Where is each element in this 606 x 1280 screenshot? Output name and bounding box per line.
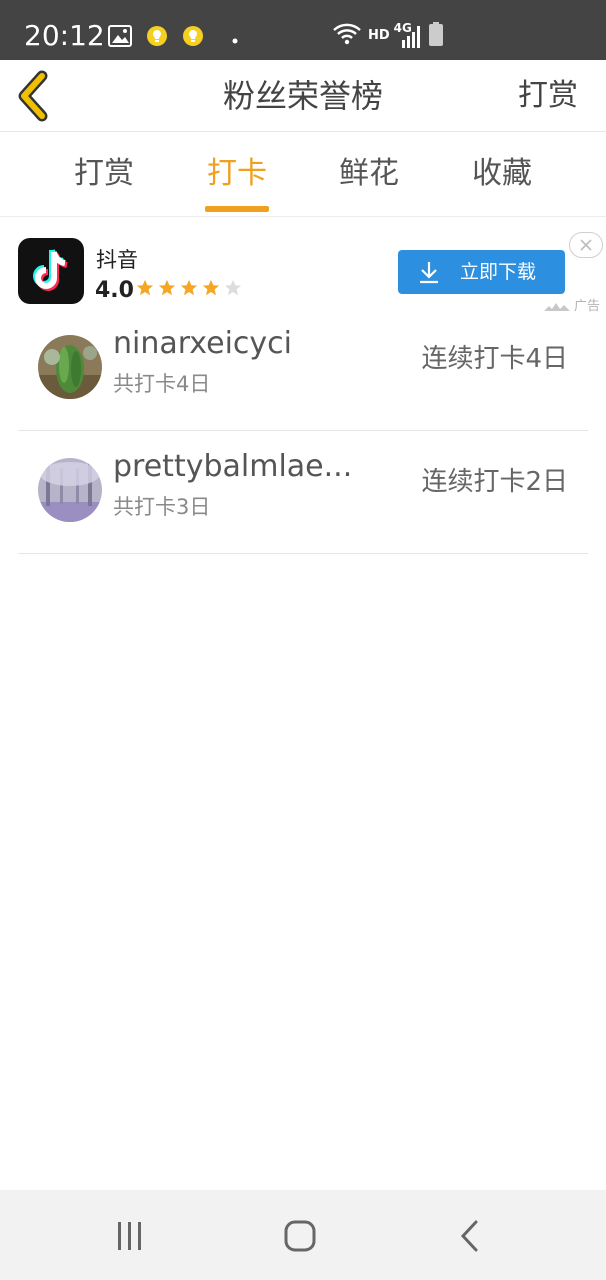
image-icon (108, 25, 132, 51)
back-arrow-icon (460, 1220, 478, 1252)
tab-checkin[interactable]: 打卡 (187, 154, 287, 194)
status-time: 20:12 (24, 19, 105, 52)
signal-icon: 4G (394, 21, 422, 50)
tab-favorites[interactable]: 收藏 (452, 154, 552, 194)
notification-bulb-icon (146, 25, 168, 51)
system-navigation-bar (0, 1190, 606, 1280)
ad-download-label: 立即下载 (460, 261, 537, 283)
fan-checkin-streak: 连续打卡2日 (421, 467, 568, 497)
dot-icon (232, 29, 238, 48)
reward-button[interactable]: 打赏 (518, 76, 578, 116)
ranking-tabs: 打赏 打卡 鲜花 收藏 (0, 132, 606, 217)
star-empty-icon (224, 279, 242, 296)
star-filled-icon (180, 279, 198, 296)
ad-download-button[interactable]: 立即下载 (398, 250, 565, 294)
list-item[interactable]: prettybalmlae... 共打卡3日 连续打卡2日 (18, 431, 588, 554)
fan-total-checkins: 共打卡4日 (113, 372, 211, 396)
home-button[interactable] (270, 1212, 330, 1260)
network-hd-label: HD (368, 28, 390, 43)
ad-close-button[interactable] (569, 232, 603, 258)
fan-total-checkins: 共打卡3日 (113, 495, 211, 519)
list-item[interactable]: ninarxeicyci 共打卡4日 连续打卡4日 (18, 308, 588, 431)
recent-apps-button[interactable] (100, 1212, 160, 1260)
battery-icon (428, 21, 444, 51)
home-icon (284, 1220, 316, 1252)
star-filled-icon (136, 279, 154, 296)
avatar (38, 335, 102, 399)
download-icon (420, 262, 438, 284)
notification-bulb-icon (182, 25, 204, 51)
fan-username: ninarxeicyci (113, 326, 292, 361)
wifi-icon (332, 22, 362, 50)
close-icon (580, 239, 592, 251)
ad-rating: 4.0 (95, 278, 134, 303)
tab-flowers[interactable]: 鲜花 (319, 154, 419, 194)
star-filled-icon (158, 279, 176, 296)
fan-username: prettybalmlae... (113, 449, 353, 484)
tab-reward[interactable]: 打赏 (54, 154, 154, 194)
recent-apps-icon (118, 1222, 141, 1250)
status-notification-icons (108, 24, 238, 52)
avatar (38, 458, 102, 522)
page-title: 粉丝荣誉榜 (222, 77, 383, 115)
active-tab-indicator (205, 206, 269, 212)
ad-banner[interactable]: 抖音 4.0 立即下载 广告 (0, 217, 606, 317)
ad-app-name: 抖音 (96, 248, 138, 272)
back-nav-button[interactable] (440, 1212, 500, 1260)
status-system-icons: HD 4G (332, 20, 444, 52)
tiktok-app-icon (18, 238, 84, 304)
star-filled-icon (202, 279, 220, 296)
top-header: 粉丝荣誉榜 打赏 (0, 60, 606, 132)
fan-checkin-streak: 连续打卡4日 (421, 344, 568, 374)
status-bar: 20:12 HD 4G (0, 0, 606, 60)
ad-star-rating (136, 279, 242, 297)
